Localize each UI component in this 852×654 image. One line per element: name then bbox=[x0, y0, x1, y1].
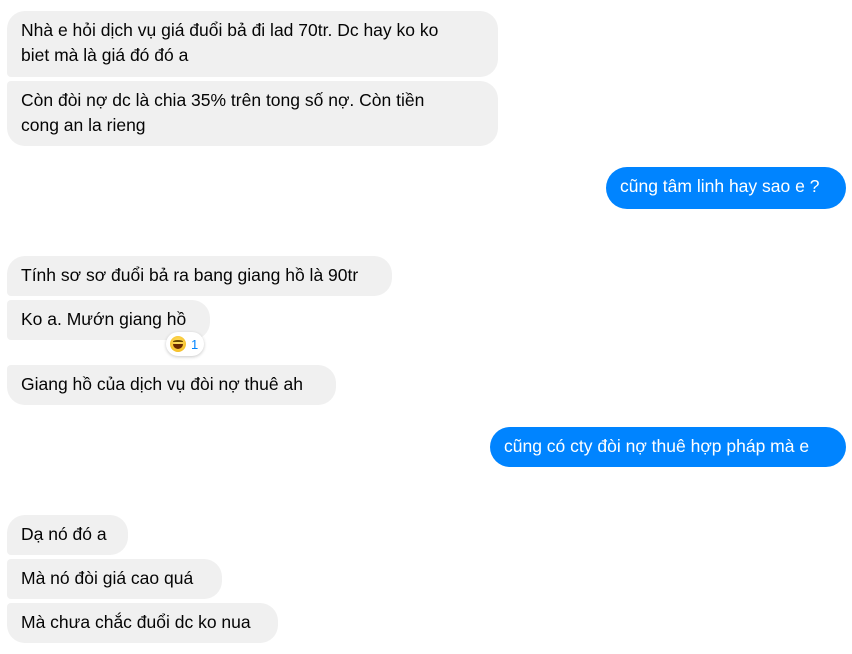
message-bubble-outgoing[interactable]: cũng có cty đòi nợ thuê hợp pháp mà e bbox=[490, 427, 846, 467]
message-bubble-incoming[interactable]: Giang hồ của dịch vụ đòi nợ thuê ah bbox=[7, 365, 336, 405]
message-bubble-outgoing[interactable]: cũng tâm linh hay sao e ? bbox=[606, 167, 846, 209]
laughing-emoji-icon bbox=[170, 336, 186, 352]
message-reaction[interactable]: 1 bbox=[166, 332, 205, 356]
message-bubble-incoming[interactable]: Dạ nó đó a bbox=[7, 515, 128, 555]
message-bubble-incoming[interactable]: Còn đòi nợ dc là chia 35% trên tong số n… bbox=[7, 81, 498, 146]
message-bubble-incoming[interactable]: Nhà e hỏi dịch vụ giá đuổi bả đi lad 70t… bbox=[7, 11, 498, 77]
message-bubble-incoming[interactable]: Mà chưa chắc đuổi dc ko nua bbox=[7, 603, 278, 643]
chat-thread: Nhà e hỏi dịch vụ giá đuổi bả đi lad 70t… bbox=[0, 0, 852, 654]
reaction-count: 1 bbox=[191, 336, 199, 352]
message-bubble-incoming[interactable]: Mà nó đòi giá cao quá bbox=[7, 559, 222, 599]
message-bubble-incoming[interactable]: Tính sơ sơ đuổi bả ra bang giang hồ là 9… bbox=[7, 256, 392, 296]
